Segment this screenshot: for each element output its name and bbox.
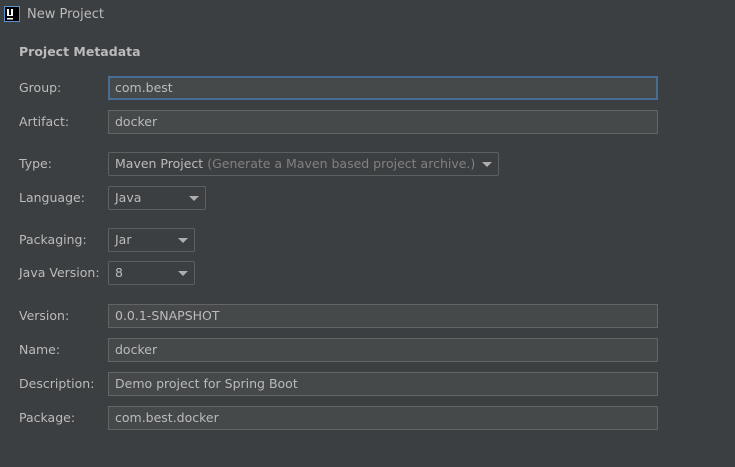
name-field[interactable]: docker: [108, 338, 658, 362]
language-value: Java: [115, 190, 142, 205]
name-label: Name:: [19, 342, 61, 357]
packaging-label: Packaging:: [19, 232, 87, 247]
java-version-label: Java Version:: [19, 265, 100, 280]
language-label: Language:: [19, 190, 85, 205]
packaging-value: Jar: [115, 232, 132, 247]
group-label: Group:: [19, 80, 62, 95]
type-label: Type:: [19, 156, 52, 171]
chevron-down-icon: [178, 238, 188, 243]
type-dropdown[interactable]: Maven Project (Generate a Maven based pr…: [108, 152, 499, 176]
version-label: Version:: [19, 308, 70, 323]
description-field[interactable]: Demo project for Spring Boot: [108, 372, 658, 396]
artifact-label: Artifact:: [19, 114, 70, 129]
chevron-down-icon: [189, 196, 199, 201]
artifact-field[interactable]: docker: [108, 110, 658, 134]
title-bar: New Project: [0, 0, 735, 30]
chevron-down-icon: [482, 162, 492, 167]
version-field[interactable]: 0.0.1-SNAPSHOT: [108, 304, 658, 328]
java-version-dropdown[interactable]: 8: [108, 261, 195, 285]
type-hint: (Generate a Maven based project archive.…: [207, 156, 476, 171]
description-label: Description:: [19, 376, 95, 391]
package-field[interactable]: com.best.docker: [108, 406, 658, 430]
java-version-value: 8: [115, 265, 123, 280]
packaging-dropdown[interactable]: Jar: [108, 228, 195, 252]
chevron-down-icon: [178, 271, 188, 276]
package-label: Package:: [19, 410, 76, 425]
window-title: New Project: [27, 7, 104, 22]
group-field[interactable]: com.best: [108, 76, 658, 100]
intellij-idea-icon: [4, 6, 20, 22]
type-value: Maven Project: [115, 156, 204, 171]
section-title: Project Metadata: [19, 44, 141, 59]
language-dropdown[interactable]: Java: [108, 186, 206, 210]
